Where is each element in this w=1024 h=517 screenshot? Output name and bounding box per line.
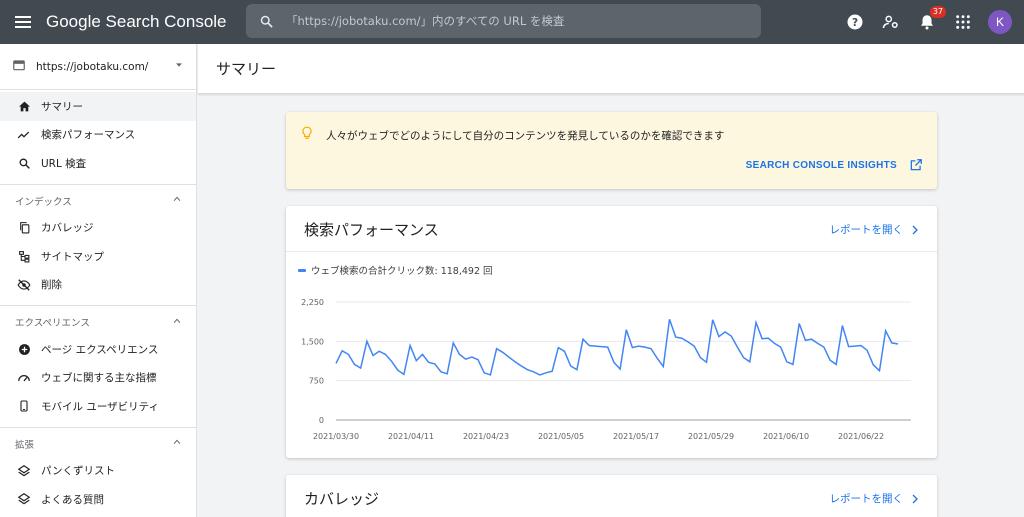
section-title: 拡張: [15, 439, 35, 451]
card-title: 検索パフォーマンス: [304, 221, 439, 239]
copy-icon: [15, 221, 33, 234]
menu-icon[interactable]: [0, 0, 46, 44]
x-tick-label: 2021/05/17: [613, 432, 659, 441]
sidebar-item-label: カバレッジ: [41, 222, 94, 235]
sidebar-item-label: サイトマップ: [41, 250, 104, 263]
legend-swatch: [298, 268, 306, 272]
sidebar-item-mobile-usability[interactable]: モバイル ユーザビリティ: [0, 392, 196, 421]
phone-icon: [15, 399, 33, 413]
sidebar-item-url-inspection[interactable]: URL 検査: [0, 149, 196, 178]
sidebar-item-core-web-vitals[interactable]: ウェブに関する主な指標: [0, 364, 196, 393]
chevron-right-icon[interactable]: [909, 490, 921, 509]
sidebar-item-label: サマリー: [41, 100, 83, 113]
notification-count-badge: 37: [929, 6, 946, 18]
divider: [286, 251, 937, 252]
sidebar: https://jobotaku.com/ サマリー 検索パフォーマンス URL…: [0, 44, 197, 517]
sidebar-item-label: 削除: [41, 279, 62, 292]
sidebar-item-page-experience[interactable]: ページ エクスペリエンス: [0, 335, 196, 364]
section-header[interactable]: エクスペリエンス: [0, 309, 196, 335]
app-name[interactable]: Google Search Console: [46, 12, 246, 32]
open-report-link[interactable]: レポートを開く: [830, 222, 904, 237]
chevron-up-icon[interactable]: [172, 316, 182, 329]
help-icon[interactable]: ?: [844, 11, 866, 33]
lightbulb-icon: [300, 125, 314, 145]
eye-off-icon: [15, 278, 33, 292]
sidebar-item-performance[interactable]: 検索パフォーマンス: [0, 121, 196, 150]
sidebar-section-enhancements: 拡張 パンくずリスト よくある質問: [0, 426, 196, 514]
trending-icon: [15, 128, 33, 142]
property-icon: [12, 58, 26, 75]
y-tick-label: 750: [309, 377, 324, 386]
chevron-right-icon[interactable]: [909, 221, 921, 240]
search-icon: [15, 157, 33, 170]
inspect-url-search[interactable]: [246, 4, 761, 38]
x-tick-label: 2021/06/10: [763, 432, 809, 441]
sidebar-item-faq[interactable]: よくある質問: [0, 485, 196, 514]
open-report-link[interactable]: レポートを開く: [830, 491, 904, 506]
chevron-up-icon[interactable]: [172, 437, 182, 450]
sidebar-item-removals[interactable]: 削除: [0, 271, 196, 300]
section-title: インデックス: [15, 196, 72, 208]
apps-grid-icon[interactable]: [952, 11, 974, 33]
top-app-bar: Google Search Console ? 37 K: [0, 0, 1024, 44]
chart-legend[interactable]: ウェブ検索の合計クリック数: 118,492 回: [298, 263, 493, 277]
sidebar-item-label: 検索パフォーマンス: [41, 129, 136, 142]
sidebar-item-coverage[interactable]: カバレッジ: [0, 214, 196, 243]
layers-icon: [15, 464, 33, 478]
manage-users-icon[interactable]: [880, 11, 902, 33]
svg-text:?: ?: [852, 17, 858, 29]
sidebar-item-sitemaps[interactable]: サイトマップ: [0, 242, 196, 271]
card-title: カバレッジ: [304, 490, 380, 508]
x-tick-label: 2021/04/11: [388, 432, 434, 441]
sidebar-item-summary[interactable]: サマリー: [0, 92, 196, 121]
sidebar-section-index: インデックス カバレッジ サイトマップ 削除: [0, 183, 196, 300]
bell-icon[interactable]: 37: [916, 6, 946, 33]
x-tick-label: 2021/05/29: [688, 432, 734, 441]
plus-circle-icon: [15, 343, 33, 356]
page-title: サマリー: [216, 60, 277, 78]
sidebar-item-label: モバイル ユーザビリティ: [41, 400, 159, 413]
sidebar-item-label: ウェブに関する主な指標: [41, 372, 157, 385]
search-input[interactable]: [286, 14, 746, 28]
section-header[interactable]: インデックス: [0, 188, 196, 214]
x-tick-label: 2021/06/22: [838, 432, 884, 441]
sidebar-item-label: よくある質問: [41, 493, 104, 506]
sidebar-item-label: ページ エクスペリエンス: [41, 343, 159, 356]
legend-label: ウェブ検索の合計クリック数: 118,492 回: [311, 266, 493, 277]
x-tick-label: 2021/03/30: [313, 432, 359, 441]
performance-card: 検索パフォーマンス レポートを開く ウェブ検索の合計クリック数: 118,492…: [286, 206, 937, 458]
y-tick-label: 1,500: [301, 337, 324, 346]
y-tick-label: 0: [319, 416, 324, 425]
sidebar-item-label: URL 検査: [41, 157, 87, 170]
property-selector[interactable]: https://jobotaku.com/: [0, 44, 196, 90]
speed-icon: [15, 371, 33, 385]
coverage-card: カバレッジ レポートを開く: [286, 475, 937, 517]
sidebar-section-experience: エクスペリエンス ページ エクスペリエンス ウェブに関する主な指標 モバイル ユ…: [0, 305, 196, 421]
home-icon: [15, 100, 33, 113]
sidebar-item-label: パンくずリスト: [41, 465, 116, 478]
x-tick-label: 2021/04/23: [463, 432, 509, 441]
x-tick-label: 2021/05/05: [538, 432, 584, 441]
series-line-clicks[interactable]: [335, 319, 899, 376]
clicks-line-chart: 0 750 1,500 2,250 2021/03/30 2021/04/11 2021/0…: [301, 298, 911, 441]
sitemap-icon: [15, 250, 33, 263]
section-header[interactable]: 拡張: [0, 431, 196, 457]
property-url: https://jobotaku.com/: [36, 60, 149, 73]
chevron-up-icon[interactable]: [172, 194, 182, 207]
insights-link[interactable]: SEARCH CONSOLE INSIGHTS: [746, 160, 897, 171]
insights-card: 人々がウェブでどのようにして自分のコンテンツを発見しているのかを確認できます S…: [286, 112, 937, 189]
section-title: エクスペリエンス: [15, 318, 90, 329]
insights-text: 人々がウェブでどのようにして自分のコンテンツを発見しているのかを確認できます: [326, 130, 725, 142]
open-in-new-icon[interactable]: [909, 157, 923, 176]
y-tick-label: 2,250: [301, 298, 324, 307]
sidebar-item-breadcrumbs[interactable]: パンくずリスト: [0, 457, 196, 486]
avatar[interactable]: K: [988, 10, 1012, 34]
layers-icon: [15, 492, 33, 506]
chevron-down-icon[interactable]: [174, 60, 184, 73]
page-header: サマリー: [198, 44, 1024, 94]
search-icon[interactable]: [246, 14, 286, 29]
